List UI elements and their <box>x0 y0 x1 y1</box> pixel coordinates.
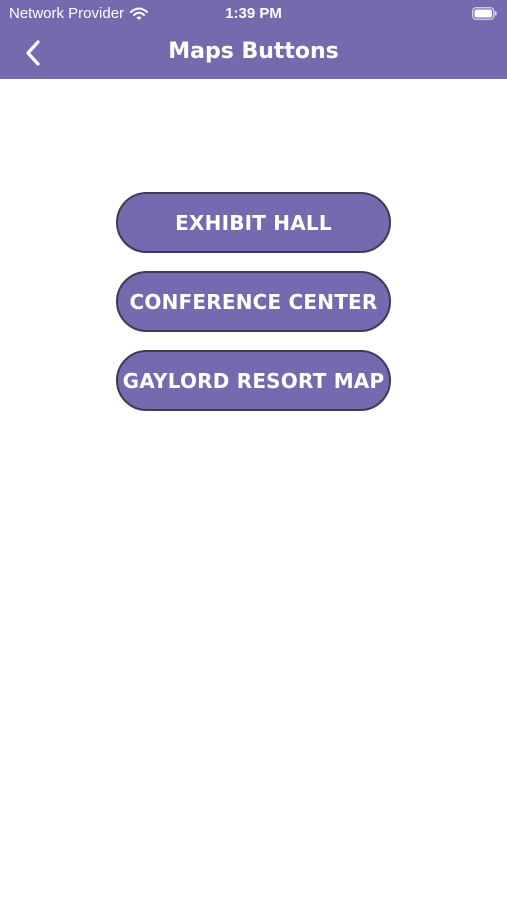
status-bar: Network Provider 1:39 PM <box>0 0 507 28</box>
header: Network Provider 1:39 PM Maps Buttons <box>0 0 507 79</box>
conference-center-button[interactable]: CONFERENCE CENTER <box>116 271 391 332</box>
nav-bar: Maps Buttons <box>0 28 507 79</box>
status-time: 1:39 PM <box>225 5 282 22</box>
page-title: Maps Buttons <box>168 39 339 64</box>
battery-icon <box>472 7 497 20</box>
map-button-list: EXHIBIT HALL CONFERENCE CENTER GAYLORD R… <box>116 192 393 429</box>
exhibit-hall-button[interactable]: EXHIBIT HALL <box>116 192 391 253</box>
gaylord-resort-map-button[interactable]: GAYLORD RESORT MAP <box>116 350 391 411</box>
